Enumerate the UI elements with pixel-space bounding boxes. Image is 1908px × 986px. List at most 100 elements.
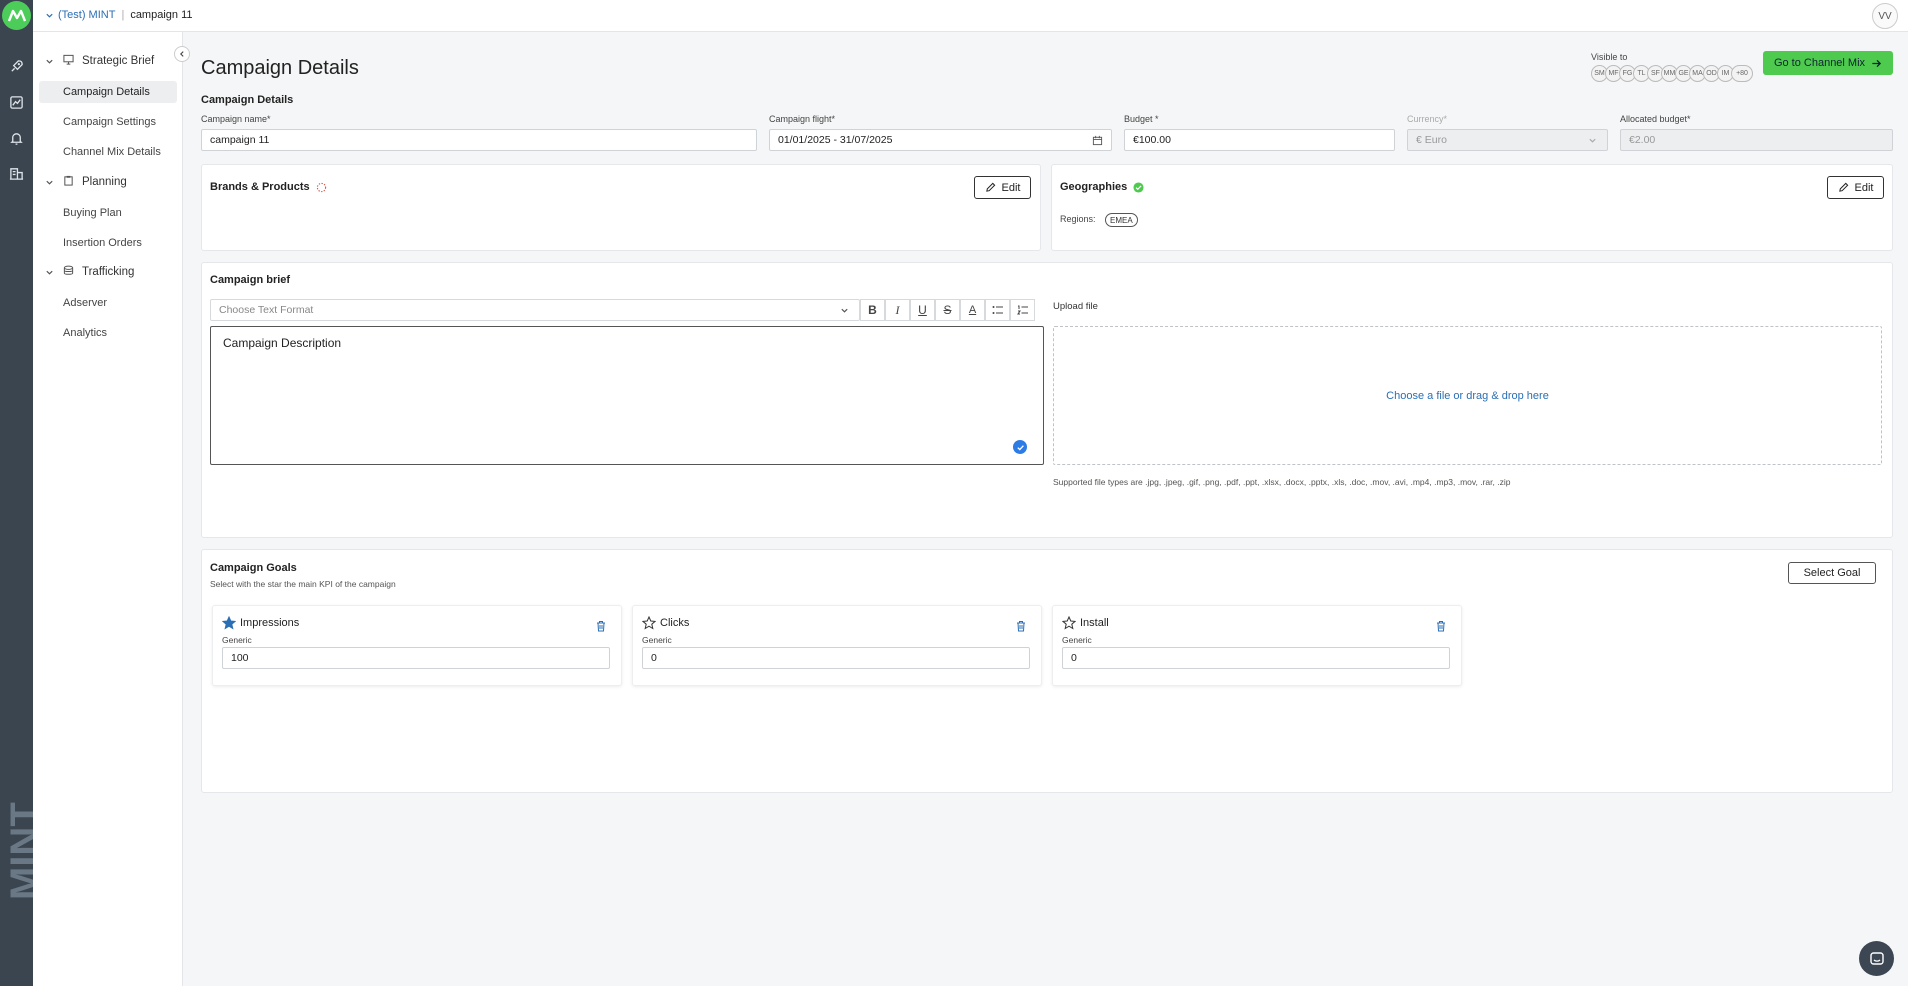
edit-label: Edit bbox=[1001, 181, 1021, 194]
region-chip: EMEA bbox=[1105, 213, 1138, 227]
goal-header: Clicks bbox=[642, 616, 689, 630]
goal-value-input[interactable]: 100 bbox=[222, 647, 610, 669]
chevron-down-icon bbox=[46, 13, 53, 18]
goal-header: Impressions bbox=[222, 616, 299, 630]
go-button-label: Go to Channel Mix bbox=[1773, 57, 1866, 69]
visible-to-chips[interactable]: SM MF FG TL SF MM GE MA OD IM +80 bbox=[1591, 65, 1753, 82]
brands-products-title: Brands & Products bbox=[210, 181, 327, 193]
org-name: (Test) MINT bbox=[58, 9, 116, 21]
star-outline-icon[interactable] bbox=[1062, 616, 1076, 630]
campaign-goals-title: Campaign Goals bbox=[210, 562, 297, 574]
underline-button[interactable]: U bbox=[910, 299, 935, 321]
file-dropzone[interactable]: Choose a file or drag & drop here bbox=[1053, 326, 1882, 465]
calendar-icon bbox=[1092, 135, 1103, 145]
text-color-glyph: A bbox=[968, 304, 977, 316]
more-users-chip: +80 bbox=[1731, 65, 1753, 82]
trash-icon[interactable] bbox=[1015, 620, 1027, 632]
strike-glyph: S bbox=[943, 303, 952, 317]
sidebar-section-strategic-brief[interactable]: Strategic Brief bbox=[45, 54, 154, 68]
campaign-name-crumb[interactable]: campaign 11 bbox=[130, 9, 192, 21]
star-filled-icon[interactable] bbox=[222, 616, 236, 630]
loading-spinner-icon bbox=[316, 182, 326, 192]
campaign-brief-title: Campaign brief bbox=[210, 274, 291, 286]
sidebar-section-planning[interactable]: Planning bbox=[45, 175, 127, 189]
edit-brands-button[interactable]: Edit bbox=[974, 176, 1031, 199]
sidebar: Strategic Brief Campaign Details Campaig… bbox=[33, 32, 183, 986]
dropzone-text: Choose a file or drag & drop here bbox=[1386, 389, 1549, 402]
strikethrough-button[interactable]: S bbox=[935, 299, 960, 321]
description-editor[interactable]: Campaign Description bbox=[210, 326, 1044, 465]
trash-icon[interactable] bbox=[1435, 620, 1447, 632]
chat-icon bbox=[1869, 951, 1884, 965]
sidebar-item-campaign-details[interactable]: Campaign Details bbox=[39, 81, 177, 103]
editor-toolbar: Choose Text Format B I U S A bbox=[210, 299, 1043, 321]
numbered-list-button[interactable] bbox=[1010, 299, 1035, 321]
allocated-budget-input: €2.00 bbox=[1620, 129, 1893, 151]
bell-icon[interactable] bbox=[8, 130, 25, 147]
building-icon[interactable] bbox=[8, 165, 25, 182]
collapse-sidebar-button[interactable] bbox=[174, 46, 190, 62]
arrow-right-icon bbox=[1872, 59, 1882, 67]
org-switcher[interactable]: (Test) MINT bbox=[45, 9, 115, 21]
italic-button[interactable]: I bbox=[885, 299, 910, 321]
campaign-flight-label: Campaign flight* bbox=[769, 114, 836, 124]
visible-to-label: Visible to bbox=[1591, 52, 1628, 62]
sidebar-item-channel-mix-details[interactable]: Channel Mix Details bbox=[39, 141, 177, 163]
campaign-flight-input[interactable]: 01/01/2025 - 31/07/2025 bbox=[769, 129, 1112, 151]
budget-input[interactable]: €100.00 bbox=[1124, 129, 1395, 151]
chevron-down-icon bbox=[45, 178, 55, 187]
sidebar-item-campaign-settings[interactable]: Campaign Settings bbox=[39, 111, 177, 133]
app-logo[interactable] bbox=[2, 1, 31, 30]
main-content: Campaign Details Visible to SM MF FG TL … bbox=[183, 32, 1908, 986]
campaign-goals-card: Campaign Goals Select with the star the … bbox=[201, 549, 1893, 793]
goal-type: Generic bbox=[1062, 635, 1092, 645]
go-to-channel-mix-button[interactable]: Go to Channel Mix bbox=[1763, 51, 1893, 75]
rocket-icon[interactable] bbox=[8, 58, 25, 75]
select-goal-button[interactable]: Select Goal bbox=[1788, 562, 1876, 584]
sidebar-section-trafficking[interactable]: Trafficking bbox=[45, 265, 134, 279]
sidebar-item-insertion-orders[interactable]: Insertion Orders bbox=[39, 232, 177, 254]
check-circle-icon bbox=[1013, 440, 1027, 454]
budget-label: Budget * bbox=[1124, 114, 1159, 124]
page-title: Campaign Details bbox=[201, 57, 359, 79]
section-title: Campaign Details bbox=[201, 94, 294, 106]
italic-glyph: I bbox=[895, 302, 900, 317]
goal-value-input[interactable]: 0 bbox=[642, 647, 1030, 669]
edit-label: Edit bbox=[1854, 181, 1874, 194]
goal-card-install: Install Generic 0 bbox=[1052, 605, 1462, 686]
edit-geographies-button[interactable]: Edit bbox=[1827, 176, 1884, 199]
goal-name: Impressions bbox=[240, 617, 300, 629]
chat-support-button[interactable] bbox=[1859, 941, 1894, 976]
numbered-list-icon bbox=[1016, 305, 1028, 315]
trash-icon[interactable] bbox=[595, 620, 607, 632]
check-circle-icon bbox=[1133, 181, 1144, 193]
campaign-name-input[interactable]: campaign 11 bbox=[201, 129, 757, 151]
app-rail: MINT bbox=[0, 0, 47, 986]
top-bar: (Test) MINT | campaign 11 VV bbox=[33, 0, 1908, 32]
bold-glyph: B bbox=[868, 303, 877, 317]
star-outline-icon[interactable] bbox=[642, 616, 656, 630]
sidebar-section-label: Planning bbox=[82, 176, 127, 188]
bullet-list-button[interactable] bbox=[985, 299, 1010, 321]
sidebar-item-adserver[interactable]: Adserver bbox=[39, 292, 177, 314]
currency-select: € Euro bbox=[1407, 129, 1608, 151]
description-text: Campaign Description bbox=[223, 336, 342, 350]
text-color-button[interactable]: A bbox=[960, 299, 985, 321]
campaign-name-label: Campaign name* bbox=[201, 114, 271, 124]
avatar[interactable]: VV bbox=[1872, 3, 1898, 29]
chevron-down-icon bbox=[841, 308, 848, 313]
sidebar-section-label: Trafficking bbox=[82, 266, 135, 278]
chevron-down-icon bbox=[45, 57, 55, 66]
goal-value-input[interactable]: 0 bbox=[1062, 647, 1450, 669]
goal-card-clicks: Clicks Generic 0 bbox=[632, 605, 1042, 686]
chart-icon[interactable] bbox=[8, 94, 25, 111]
database-icon bbox=[63, 265, 74, 279]
goal-type: Generic bbox=[642, 635, 672, 645]
currency-label: Currency* bbox=[1407, 114, 1448, 124]
sidebar-item-analytics[interactable]: Analytics bbox=[39, 322, 177, 344]
campaign-flight-value: 01/01/2025 - 31/07/2025 bbox=[778, 134, 893, 146]
breadcrumb: (Test) MINT | campaign 11 bbox=[45, 9, 192, 21]
text-format-select[interactable]: Choose Text Format bbox=[210, 299, 860, 321]
bold-button[interactable]: B bbox=[860, 299, 885, 321]
sidebar-item-buying-plan[interactable]: Buying Plan bbox=[39, 202, 177, 224]
